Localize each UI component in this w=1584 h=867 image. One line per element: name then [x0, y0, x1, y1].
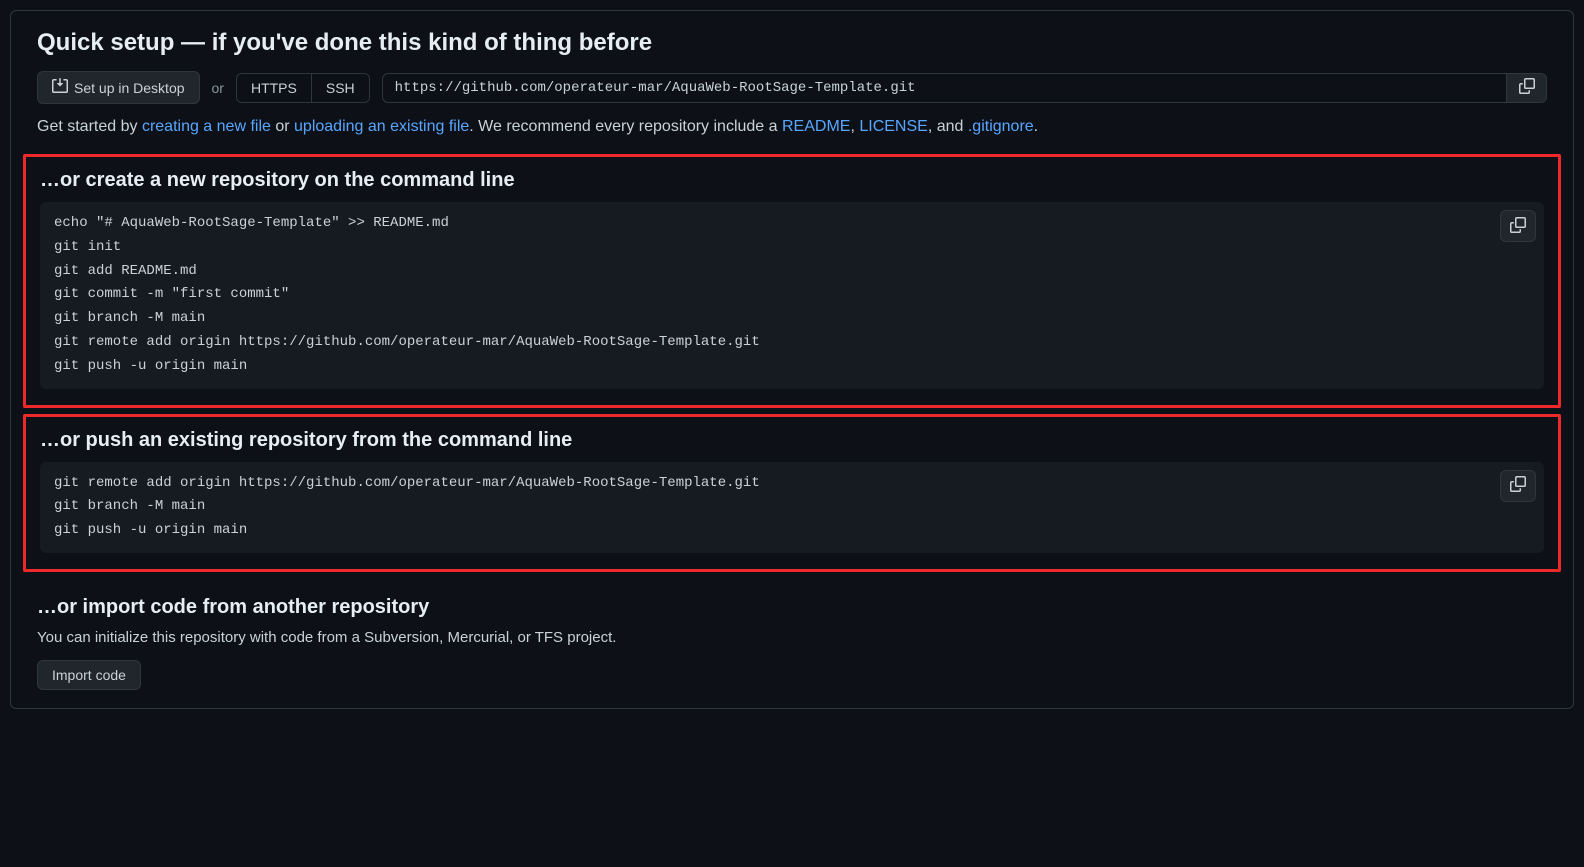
- import-subtext: You can initialize this repository with …: [37, 629, 1547, 646]
- gitignore-link[interactable]: .gitignore: [968, 118, 1034, 135]
- clipboard-icon: [1519, 78, 1535, 97]
- copy-url-button[interactable]: [1507, 73, 1547, 103]
- protocol-toggle: HTTPS SSH: [236, 73, 370, 103]
- copy-create-code-button[interactable]: [1500, 210, 1536, 242]
- push-code-wrap: git remote add origin https://github.com…: [40, 462, 1544, 553]
- license-link[interactable]: LICENSE: [859, 118, 927, 135]
- setup-desktop-button[interactable]: Set up in Desktop: [37, 71, 200, 104]
- setup-action-row: Set up in Desktop or HTTPS SSH: [37, 71, 1547, 104]
- upload-file-link[interactable]: uploading an existing file: [294, 118, 469, 135]
- import-section: …or import code from another repository …: [11, 578, 1573, 708]
- import-code-button[interactable]: Import code: [37, 660, 141, 690]
- create-code-wrap: echo "# AquaWeb-RootSage-Template" >> RE…: [40, 202, 1544, 389]
- import-title: …or import code from another repository: [37, 596, 1547, 619]
- setup-desktop-label: Set up in Desktop: [74, 80, 185, 96]
- import-code-label: Import code: [52, 667, 126, 683]
- get-started-text: Get started by creating a new file or up…: [37, 118, 1547, 136]
- clone-url-input[interactable]: [382, 73, 1507, 103]
- clone-url-group: [382, 73, 1547, 103]
- quick-setup-container: Quick setup — if you've done this kind o…: [10, 10, 1574, 709]
- clipboard-icon: [1510, 217, 1526, 236]
- readme-link[interactable]: README: [782, 118, 850, 135]
- text: . We recommend every repository include …: [469, 118, 782, 135]
- create-file-link[interactable]: creating a new file: [142, 118, 271, 135]
- create-repo-code[interactable]: echo "# AquaWeb-RootSage-Template" >> RE…: [40, 202, 1544, 389]
- quick-setup-title: Quick setup — if you've done this kind o…: [37, 29, 1547, 57]
- push-repo-box: …or push an existing repository from the…: [23, 414, 1561, 572]
- create-repo-title: …or create a new repository on the comma…: [40, 169, 1544, 192]
- push-repo-title: …or push an existing repository from the…: [40, 429, 1544, 452]
- protocol-https-button[interactable]: HTTPS: [237, 74, 311, 102]
- create-repo-box: …or create a new repository on the comma…: [23, 154, 1561, 408]
- text: Get started by: [37, 118, 142, 135]
- text: .: [1034, 118, 1038, 135]
- protocol-ssh-button[interactable]: SSH: [311, 74, 369, 102]
- text: , and: [928, 118, 968, 135]
- copy-push-code-button[interactable]: [1500, 470, 1536, 502]
- clipboard-icon: [1510, 476, 1526, 495]
- push-repo-code[interactable]: git remote add origin https://github.com…: [40, 462, 1544, 553]
- desktop-icon: [52, 78, 68, 97]
- quick-setup-header: Quick setup — if you've done this kind o…: [11, 11, 1573, 136]
- text: or: [271, 118, 294, 135]
- text: ,: [850, 118, 859, 135]
- or-separator: or: [212, 80, 224, 96]
